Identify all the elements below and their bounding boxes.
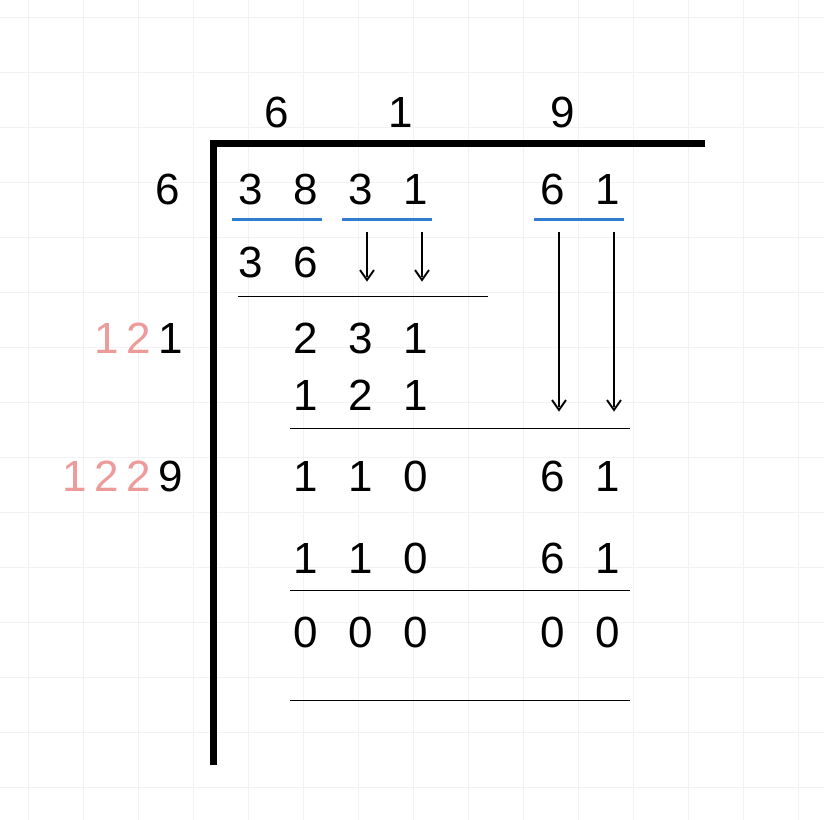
quotient-d1: 6 <box>264 88 289 138</box>
prod3-b: 1 <box>348 534 373 584</box>
diff1-a: 2 <box>293 314 318 364</box>
arrow-down-2 <box>415 232 429 287</box>
group-rule-1 <box>232 218 322 221</box>
quotient-d2: 1 <box>388 88 413 138</box>
side2-p4: 9 <box>158 452 183 502</box>
side1-p1: 1 <box>94 314 119 364</box>
arrow-down-1 <box>360 232 374 287</box>
radicand-g3a: 6 <box>540 165 565 215</box>
side2-p1: 1 <box>62 452 87 502</box>
final-a: 0 <box>293 608 318 658</box>
side2-p3: 2 <box>126 452 151 502</box>
rule-4 <box>290 700 630 701</box>
bracket-top <box>210 140 705 147</box>
diff1-b: 3 <box>348 314 373 364</box>
prod2-b: 2 <box>348 371 373 421</box>
prod3-c: 0 <box>403 534 428 584</box>
radicand-g2a: 3 <box>348 165 373 215</box>
quotient-d3: 9 <box>550 88 575 138</box>
rule-1 <box>238 296 488 297</box>
side2-p2: 2 <box>94 452 119 502</box>
prod2-a: 1 <box>293 371 318 421</box>
diff2-c: 0 <box>403 452 428 502</box>
rule-3 <box>290 590 630 591</box>
prod2-c: 1 <box>403 371 428 421</box>
prod3-e: 1 <box>595 534 620 584</box>
side1-p2: 2 <box>126 314 151 364</box>
final-c: 0 <box>403 608 428 658</box>
arrow-down-3 <box>552 232 566 417</box>
prod3-a: 1 <box>293 534 318 584</box>
radicand-g2b: 1 <box>403 165 428 215</box>
radicand-g1b: 8 <box>293 165 318 215</box>
bracket-left <box>210 140 217 765</box>
step1-b: 6 <box>293 238 318 288</box>
final-e: 0 <box>595 608 620 658</box>
step1-a: 3 <box>238 238 263 288</box>
final-d: 0 <box>540 608 565 658</box>
divisor-start: 6 <box>155 165 180 215</box>
diff2-d: 6 <box>540 452 565 502</box>
diff2-b: 1 <box>348 452 373 502</box>
side1-p3: 1 <box>158 314 183 364</box>
group-rule-2 <box>342 218 432 221</box>
group-rule-3 <box>534 218 624 221</box>
diff2-e: 1 <box>595 452 620 502</box>
rule-2 <box>290 428 630 429</box>
prod3-d: 6 <box>540 534 565 584</box>
diff2-a: 1 <box>293 452 318 502</box>
radicand-g3b: 1 <box>595 165 620 215</box>
radicand-g1a: 3 <box>238 165 263 215</box>
diff1-c: 1 <box>403 314 428 364</box>
final-b: 0 <box>348 608 373 658</box>
arrow-down-4 <box>607 232 621 417</box>
